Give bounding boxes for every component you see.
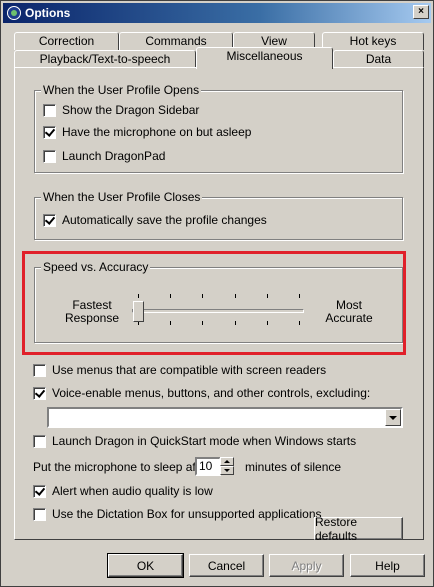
arrow-up-icon bbox=[224, 460, 230, 463]
dictation-box-label: Use the Dictation Box for unsupported ap… bbox=[52, 507, 322, 521]
chevron-down-icon bbox=[389, 415, 397, 420]
alert-audio-label: Alert when audio quality is low bbox=[52, 484, 213, 498]
checkbox-row-alert-audio[interactable]: Alert when audio quality is low bbox=[33, 484, 213, 498]
sleep-suffix-row: minutes of silence bbox=[245, 460, 341, 474]
speed-accuracy-slider-thumb[interactable] bbox=[133, 301, 144, 322]
sleep-suffix-label: minutes of silence bbox=[245, 460, 342, 474]
launch-dragonpad-checkbox[interactable] bbox=[43, 149, 56, 163]
spin-down-button[interactable] bbox=[220, 466, 234, 475]
dragon-app-icon bbox=[7, 6, 21, 20]
cancel-button[interactable]: Cancel bbox=[189, 554, 264, 577]
group-profile-closes-label: When the User Profile Closes bbox=[41, 190, 203, 204]
quickstart-checkbox[interactable] bbox=[33, 434, 46, 448]
mic-asleep-label: Have the microphone on but asleep bbox=[62, 125, 252, 139]
quickstart-label: Launch Dragon in QuickStart mode when Wi… bbox=[52, 434, 357, 448]
screen-readers-checkbox[interactable] bbox=[33, 363, 46, 377]
voice-enable-checkbox[interactable] bbox=[33, 386, 46, 400]
checkbox-row-show-sidebar[interactable]: Show the Dragon Sidebar bbox=[43, 103, 199, 117]
checkbox-row-launch-dragonpad[interactable]: Launch DragonPad bbox=[43, 149, 165, 163]
highlight-box bbox=[22, 251, 406, 355]
checkbox-row-quickstart[interactable]: Launch Dragon in QuickStart mode when Wi… bbox=[33, 434, 356, 448]
autosave-checkbox[interactable] bbox=[43, 213, 56, 227]
title-bar: Options × bbox=[3, 3, 431, 23]
group-profile-opens-label: When the User Profile Opens bbox=[41, 83, 202, 97]
show-sidebar-checkbox[interactable] bbox=[43, 103, 56, 117]
apply-button[interactable]: Apply bbox=[269, 554, 344, 577]
exclusion-combobox[interactable] bbox=[47, 407, 403, 428]
sleep-minutes-spinner[interactable] bbox=[220, 457, 234, 476]
options-dialog: Options × Correction Commands View Hot k… bbox=[0, 0, 434, 587]
voice-enable-label: Voice-enable menus, buttons, and other c… bbox=[52, 386, 371, 400]
checkbox-row-voice-enable[interactable]: Voice-enable menus, buttons, and other c… bbox=[33, 386, 370, 400]
tab-hot-keys[interactable]: Hot keys bbox=[322, 32, 424, 50]
restore-defaults-button[interactable]: Restore defaults bbox=[314, 515, 403, 543]
autosave-label: Automatically save the profile changes bbox=[62, 213, 267, 227]
sleep-minutes-input[interactable]: 10 bbox=[195, 457, 221, 476]
ok-button[interactable]: OK bbox=[107, 553, 184, 578]
close-button[interactable]: × bbox=[413, 5, 429, 19]
screen-readers-label: Use menus that are compatible with scree… bbox=[52, 363, 327, 377]
show-sidebar-label: Show the Dragon Sidebar bbox=[62, 103, 200, 117]
spin-up-button[interactable] bbox=[220, 457, 234, 466]
tab-playback[interactable]: Playback/Text-to-speech bbox=[14, 50, 196, 68]
checkbox-row-screen-readers[interactable]: Use menus that are compatible with scree… bbox=[33, 363, 326, 377]
tab-miscellaneous[interactable]: Miscellaneous bbox=[196, 47, 333, 69]
arrow-down-icon bbox=[224, 469, 230, 472]
sleep-prefix-label: Put the microphone to sleep after bbox=[33, 460, 210, 474]
help-button[interactable]: Help bbox=[350, 554, 425, 577]
tab-data[interactable]: Data bbox=[333, 50, 424, 68]
checkbox-row-autosave[interactable]: Automatically save the profile changes bbox=[43, 213, 267, 227]
alert-audio-checkbox[interactable] bbox=[33, 484, 46, 498]
checkbox-row-mic-asleep[interactable]: Have the microphone on but asleep bbox=[43, 125, 251, 139]
exclusion-dropdown-button[interactable] bbox=[385, 409, 401, 426]
launch-dragonpad-label: Launch DragonPad bbox=[62, 149, 166, 163]
tab-correction[interactable]: Correction bbox=[14, 32, 119, 50]
dictation-box-checkbox[interactable] bbox=[33, 507, 46, 521]
window-title: Options bbox=[25, 6, 71, 20]
sleep-prefix-row: Put the microphone to sleep after bbox=[33, 460, 210, 474]
mic-asleep-checkbox[interactable] bbox=[43, 125, 56, 139]
checkbox-row-dictation-box[interactable]: Use the Dictation Box for unsupported ap… bbox=[33, 507, 322, 521]
